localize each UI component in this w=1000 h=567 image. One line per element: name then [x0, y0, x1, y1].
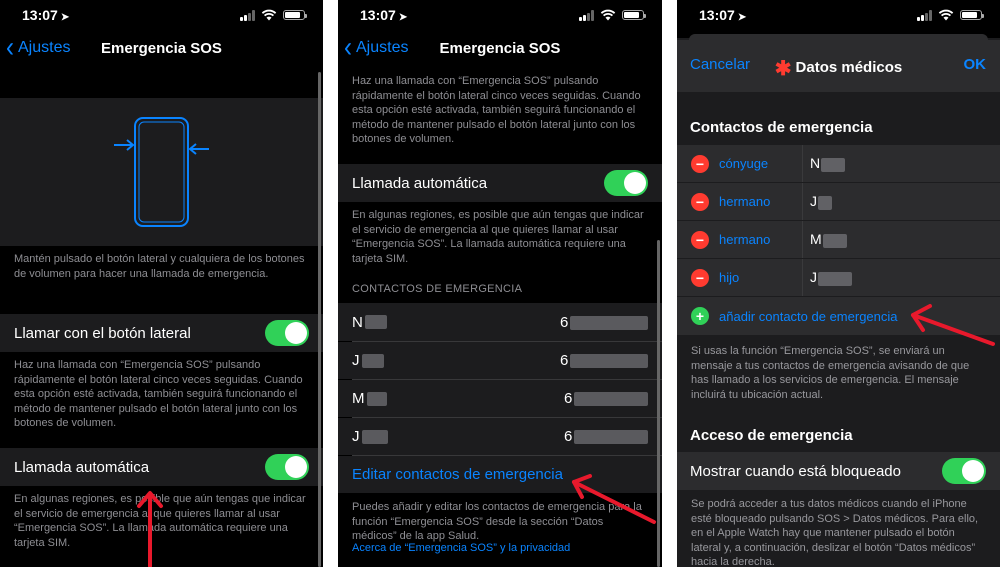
auto-call-row[interactable]: Llamada automática	[0, 448, 323, 486]
status-bar: 13:07 ➤	[338, 0, 662, 30]
scrollbar[interactable]	[318, 72, 321, 567]
wifi-icon	[261, 9, 277, 21]
add-contact-label[interactable]: añadir contacto de emergencia	[719, 309, 898, 324]
contact-row[interactable]: − hermano J	[677, 183, 1000, 220]
status-time: 13:07 ➤	[360, 7, 408, 23]
wifi-icon	[938, 9, 954, 21]
auto-call-toggle[interactable]	[265, 454, 309, 480]
chevron-left-icon: ‹	[6, 31, 14, 64]
back-button[interactable]: ‹ Ajustes	[344, 31, 409, 64]
contact-name: M	[352, 390, 365, 407]
contact-phone: 6	[564, 428, 649, 445]
side-button-illustration	[0, 98, 323, 246]
page-title: ✱ Datos médicos	[774, 58, 903, 80]
status-time: 13:07 ➤	[699, 7, 747, 23]
phone-buttons-icon	[114, 117, 209, 227]
contact-row[interactable]: − cónyuge N	[677, 145, 1000, 182]
contact-phone: 6	[564, 390, 649, 407]
nav-bar: ‹ Ajustes Emergencia SOS	[338, 30, 662, 70]
status-time: 13:07 ➤	[22, 7, 70, 23]
contact-relation[interactable]: hermano	[719, 232, 770, 247]
contact-row[interactable]: M 6	[338, 380, 662, 417]
access-footer: Se podrá acceder a tus datos médicos cua…	[691, 498, 979, 567]
access-header: Acceso de emergencia	[690, 427, 853, 444]
contact-phone: 6	[560, 352, 649, 369]
contact-name: N	[810, 155, 846, 172]
contacts-footer: Si usas la función “Emergencia SOS”, se …	[691, 345, 970, 401]
contacts-header: Contactos de emergencia	[690, 119, 873, 136]
contact-row[interactable]: − hermano M	[677, 221, 1000, 258]
screen-medical-id: 13:07 ➤ Cancelar ✱ Datos médicos OK Contac…	[677, 0, 1000, 567]
contact-row[interactable]: N 6	[338, 303, 662, 341]
contact-row[interactable]: − hijo J	[677, 259, 1000, 296]
battery-icon	[622, 10, 646, 20]
contact-relation[interactable]: cónyuge	[719, 156, 768, 171]
annotation-arrow-left	[572, 474, 656, 524]
chevron-left-icon: ‹	[344, 31, 352, 64]
contact-name: J	[352, 352, 360, 369]
show-locked-row[interactable]: Mostrar cuando está bloqueado	[677, 452, 1000, 490]
status-bar: 13:07 ➤	[677, 0, 1000, 30]
remove-icon[interactable]: −	[691, 192, 709, 211]
remove-icon[interactable]: −	[691, 268, 709, 287]
contact-name: J	[810, 269, 852, 286]
contact-row[interactable]: J 6	[338, 342, 662, 379]
contact-name: J	[810, 193, 832, 210]
battery-icon	[960, 10, 984, 20]
auto-call-row[interactable]: Llamada automática	[338, 164, 662, 202]
back-label: Ajustes	[18, 39, 71, 56]
wifi-icon	[600, 9, 616, 21]
contact-phone: 6	[560, 314, 649, 331]
signal-icon	[240, 9, 255, 21]
ok-button[interactable]: OK	[964, 56, 987, 73]
auto-call-label: Llamada automática	[352, 174, 488, 192]
auto-call-footer: En algunas regiones, es posible que aún …	[352, 209, 644, 265]
battery-icon	[283, 10, 307, 20]
contact-row[interactable]: J 6	[338, 418, 662, 455]
back-label: Ajustes	[356, 39, 409, 56]
location-arrow-icon: ➤	[398, 12, 408, 23]
annotation-arrow-up	[137, 491, 163, 567]
auto-call-toggle[interactable]	[604, 170, 648, 196]
show-locked-label: Mostrar cuando está bloqueado	[690, 462, 901, 480]
medical-asterisk-icon: ✱	[774, 58, 792, 80]
add-icon[interactable]: +	[691, 307, 709, 325]
signal-icon	[579, 9, 594, 21]
location-arrow-icon: ➤	[737, 12, 747, 23]
sheet-nav-bar: Cancelar ✱ Datos médicos OK	[677, 40, 1000, 92]
contacts-header: CONTACTOS DE EMERGENCIA	[352, 283, 523, 295]
screen-sos-contacts: 13:07 ➤ ‹ Ajustes Emergencia SOS Haz una l…	[338, 0, 662, 567]
screen-sos-settings: 13:07 ➤ ‹ Ajustes Emergencia SOS Mantén pu…	[0, 0, 323, 567]
auto-call-label: Llamada automática	[14, 458, 150, 476]
contact-relation[interactable]: hermano	[719, 194, 770, 209]
back-button[interactable]: ‹ Ajustes	[6, 31, 71, 64]
contact-name: M	[810, 231, 847, 248]
privacy-link[interactable]: Acerca de “Emergencia SOS” y la privacid…	[352, 541, 648, 556]
remove-icon[interactable]: −	[691, 230, 709, 249]
side-button-footer: Haz una llamada con “Emergencia SOS” pul…	[352, 75, 641, 145]
side-button-footer: Haz una llamada con “Emergencia SOS” pul…	[14, 359, 303, 429]
contact-name: J	[352, 428, 360, 445]
edit-contacts-label: Editar contactos de emergencia	[352, 466, 563, 483]
side-button-label: Llamar con el botón lateral	[14, 324, 191, 342]
show-locked-toggle[interactable]	[942, 458, 986, 484]
contact-relation[interactable]: hijo	[719, 270, 739, 285]
side-button-toggle[interactable]	[265, 320, 309, 346]
status-bar: 13:07 ➤	[0, 0, 323, 30]
remove-icon[interactable]: −	[691, 154, 709, 173]
location-arrow-icon: ➤	[60, 12, 70, 23]
annotation-arrow-left	[911, 304, 995, 346]
signal-icon	[917, 9, 932, 21]
illustration-footer: Mantén pulsado el botón lateral y cualqu…	[14, 253, 305, 280]
nav-bar: ‹ Ajustes Emergencia SOS	[0, 30, 323, 70]
side-button-row[interactable]: Llamar con el botón lateral	[0, 314, 323, 352]
contact-name: N	[352, 313, 363, 331]
